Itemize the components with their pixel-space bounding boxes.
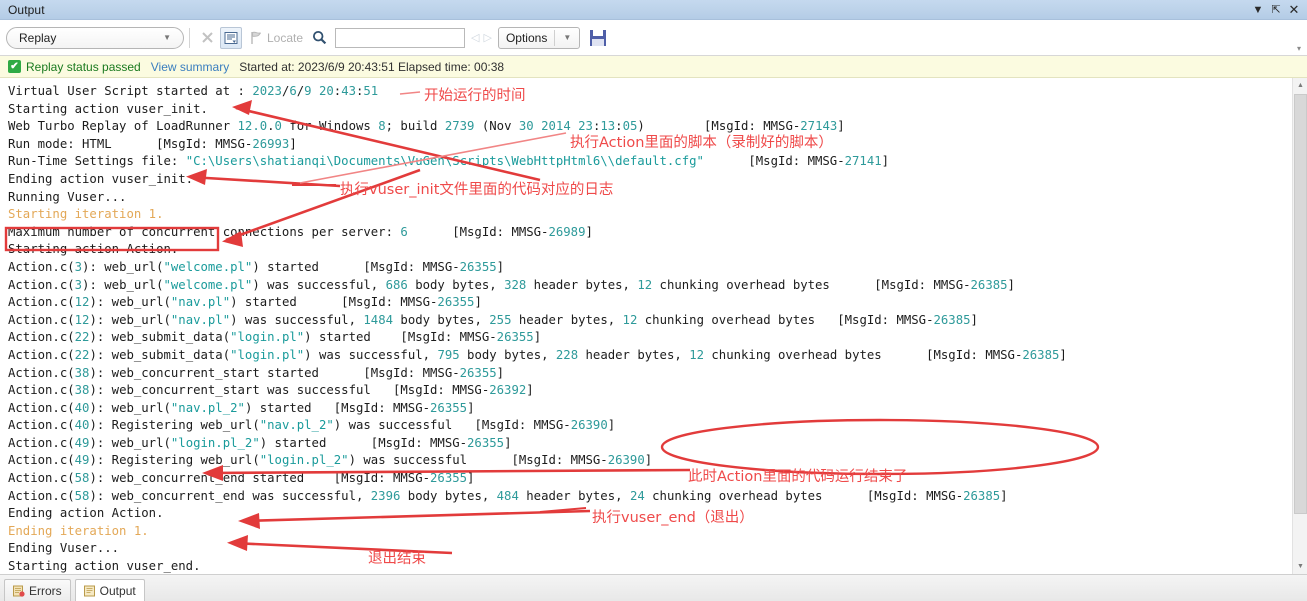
check-glyph: ✔ [10,60,19,72]
tab-errors[interactable]: Errors [4,579,71,601]
bottom-tabs: Errors Output [0,574,1307,601]
pin-icon[interactable]: ⇱ [1267,1,1285,19]
log-line: Action.c(22): web_submit_data("login.pl"… [8,330,542,345]
toolbar-separator-1 [189,27,190,48]
log-line: Action.c(58): web_concurrent_end started… [8,471,475,486]
panel-title: Output [8,2,45,17]
tab-output-label: Output [99,583,136,598]
show-details-icon[interactable] [220,26,242,49]
log-line: Action.c(49): web_url("login.pl_2") star… [8,435,512,450]
chevron-down-icon: ▼ [563,33,572,42]
panel-titlebar: Output ▼ ⇱ ✕ [0,0,1307,20]
log-line: Running Vuser... [8,189,127,204]
log-line: Virtual User Script started at : 2023/6/… [8,84,379,98]
save-icon[interactable] [590,29,607,46]
close-icon[interactable]: ✕ [1285,1,1303,19]
log-line: Run mode: HTML [MsgId: MMSG-26993] [8,136,297,151]
toolbar-overflow-icon[interactable]: ▾ [1297,44,1301,53]
output-panel: Output ▼ ⇱ ✕ Replay ▼ Locate ◁ ▷ Options… [0,0,1307,601]
options-button[interactable]: Options ▼ [497,26,581,49]
locate-flag-icon[interactable] [244,27,266,49]
options-label: Options [505,30,548,45]
log-line: Action.c(3): web_url("welcome.pl") start… [8,259,505,274]
run-timing-text: Started at: 2023/6/9 20:43:51 Elapsed ti… [239,59,505,74]
log-text: Virtual User Script started at : 2023/6/… [8,83,1067,574]
chevron-down-icon: ▼ [163,33,171,42]
log-line: Maximum number of concurrent connections… [8,224,593,239]
log-line: Ending iteration 1. [8,523,149,538]
search-icon[interactable] [308,27,330,49]
log-line: Action.c(40): web_url("nav.pl_2") starte… [8,400,475,415]
log-line: Action.c(22): web_submit_data("login.pl"… [8,347,1067,362]
vertical-scrollbar[interactable]: ▲ ▼ [1292,78,1307,574]
log-line: Starting action vuser_end. [8,559,201,574]
mode-combo-value: Replay [19,30,57,45]
tab-errors-label: Errors [29,583,62,598]
log-line: Ending action vuser_init. [8,171,194,186]
scroll-up-icon[interactable]: ▲ [1293,78,1307,93]
tab-output[interactable]: Output [74,579,145,601]
dropdown-menu-icon[interactable]: ▼ [1249,1,1267,19]
log-line: Action.c(40): Registering web_url("nav.p… [8,418,616,433]
locate-label: Locate [267,30,304,45]
status-badge: Replay status passed [26,59,141,74]
output-icon [83,585,96,597]
log-line: Action.c(49): Registering web_url("login… [8,453,653,468]
scroll-down-icon[interactable]: ▼ [1293,559,1307,574]
log-output-pane[interactable]: Virtual User Script started at : 2023/6/… [0,78,1307,574]
log-line: Ending Vuser... [8,541,120,556]
scrollbar-thumb[interactable] [1294,94,1307,514]
mode-combo[interactable]: Replay ▼ [6,26,184,49]
errors-icon [13,585,25,597]
status-check-icon: ✔ [8,60,21,73]
log-line: Run-Time Settings file: "C:\Users\shatia… [8,154,890,169]
log-line: Action.c(3): web_url("welcome.pl") was s… [8,277,1015,292]
view-summary-link[interactable]: View summary [151,60,229,74]
log-line: Action.c(12): web_url("nav.pl") started … [8,295,482,310]
find-next-icon[interactable]: ▷ [484,31,492,44]
log-line: Starting action vuser_init. [8,101,208,116]
log-line: Action.c(58): web_concurrent_end was suc… [8,488,1008,503]
log-line: Ending action Action. [8,506,164,521]
log-line: Action.c(38): web_concurrent_start start… [8,365,505,380]
log-line: Web Turbo Replay of LoadRunner 12.0.0 fo… [8,119,845,134]
search-input[interactable] [335,27,466,48]
output-toolbar: Replay ▼ Locate ◁ ▷ Options ▼ ▾ [0,20,1307,56]
log-line: Action.c(12): web_url("nav.pl") was succ… [8,312,978,327]
replay-status-bar: ✔ Replay status passed View summary Star… [0,56,1307,78]
log-line: Starting iteration 1. [8,207,164,222]
clear-icon[interactable] [196,27,218,49]
log-line: Starting action Action. [8,242,179,257]
find-previous-icon[interactable]: ◁ [471,31,479,44]
log-line: Action.c(38): web_concurrent_start was s… [8,383,534,398]
